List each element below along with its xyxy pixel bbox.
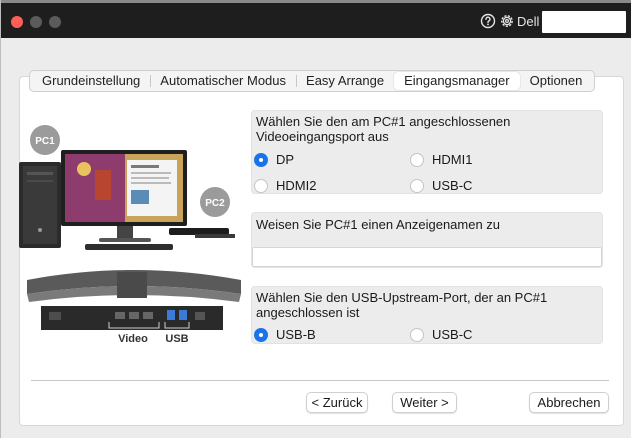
redacted-field	[542, 11, 626, 33]
radio-hdmi1[interactable]: HDMI1	[410, 152, 472, 167]
usb-upstream-title: Wählen Sie den USB-Upstream-Port, der an…	[256, 290, 548, 320]
radio-dp-label: DP	[276, 152, 295, 167]
tab-grundeinstellung[interactable]: Grundeinstellung	[32, 72, 150, 90]
user-label: Dell	[517, 14, 540, 29]
pc2-badge-label: PC2	[205, 198, 225, 209]
radio-usb-c-upstream-indicator[interactable]	[410, 327, 424, 342]
radio-hdmi1-label: HDMI1	[432, 152, 473, 167]
video-port-group: Wählen Sie den am PC#1 angeschlossenen V…	[251, 110, 603, 194]
radio-usb-c-video[interactable]: USB-C	[410, 178, 472, 193]
display-name-title: Weisen Sie PC#1 einen Anzeigenamen zu	[256, 217, 501, 232]
tab-bar: Grundeinstellung Automatischer Modus Eas…	[29, 70, 596, 92]
radio-usb-b[interactable]: USB-B	[254, 327, 316, 342]
display-name-group: Weisen Sie PC#1 einen Anzeigenamen zu	[251, 212, 603, 268]
help-icon[interactable]	[480, 13, 496, 29]
display-name-input[interactable]	[252, 247, 602, 267]
radio-hdmi1-indicator[interactable]	[410, 152, 424, 167]
cancel-button[interactable]: Abbrechen	[529, 392, 609, 413]
tab-easy-arrange[interactable]: Easy Arrange	[296, 72, 394, 90]
gear-icon[interactable]	[499, 13, 515, 29]
pc-setup-illustration: PC1 PC2 Video USB	[19, 110, 247, 350]
radio-usb-c-upstream-label: USB-C	[432, 327, 473, 342]
usb-ports-label: USB	[165, 333, 188, 345]
radio-usb-c-video-indicator[interactable]	[410, 178, 424, 193]
pc1-badge-label: PC1	[35, 136, 55, 147]
zoom-window-button[interactable]	[49, 16, 61, 28]
radio-hdmi2-indicator[interactable]	[254, 178, 268, 193]
next-button[interactable]: Weiter >	[392, 392, 457, 413]
radio-hdmi2[interactable]: HDMI2	[254, 178, 316, 193]
radio-usb-c-video-label: USB-C	[432, 178, 473, 193]
radio-usb-c-upstream[interactable]: USB-C	[410, 327, 472, 342]
app-window: Dell Grundeinstellung Automatischer Modu…	[0, 0, 631, 438]
minimize-window-button[interactable]	[30, 16, 42, 28]
tab-optionen[interactable]: Optionen	[520, 72, 593, 90]
title-bar: Dell	[1, 0, 631, 38]
back-button[interactable]: < Zurück	[306, 392, 368, 413]
usb-upstream-group: Wählen Sie den USB-Upstream-Port, der an…	[251, 286, 603, 344]
radio-usb-b-indicator[interactable]	[254, 327, 268, 342]
tab-automatischer-modus[interactable]: Automatischer Modus	[150, 72, 296, 90]
footer-separator	[31, 380, 609, 381]
radio-hdmi2-label: HDMI2	[276, 178, 317, 193]
radio-dp-indicator[interactable]	[254, 152, 268, 167]
tab-eingangsmanager[interactable]: Eingangsmanager	[394, 72, 520, 90]
close-window-button[interactable]	[11, 16, 23, 28]
video-ports-label: Video	[118, 333, 148, 345]
radio-dp[interactable]: DP	[254, 152, 294, 167]
radio-usb-b-label: USB-B	[276, 327, 316, 342]
video-port-title: Wählen Sie den am PC#1 angeschlossenen V…	[256, 114, 511, 144]
